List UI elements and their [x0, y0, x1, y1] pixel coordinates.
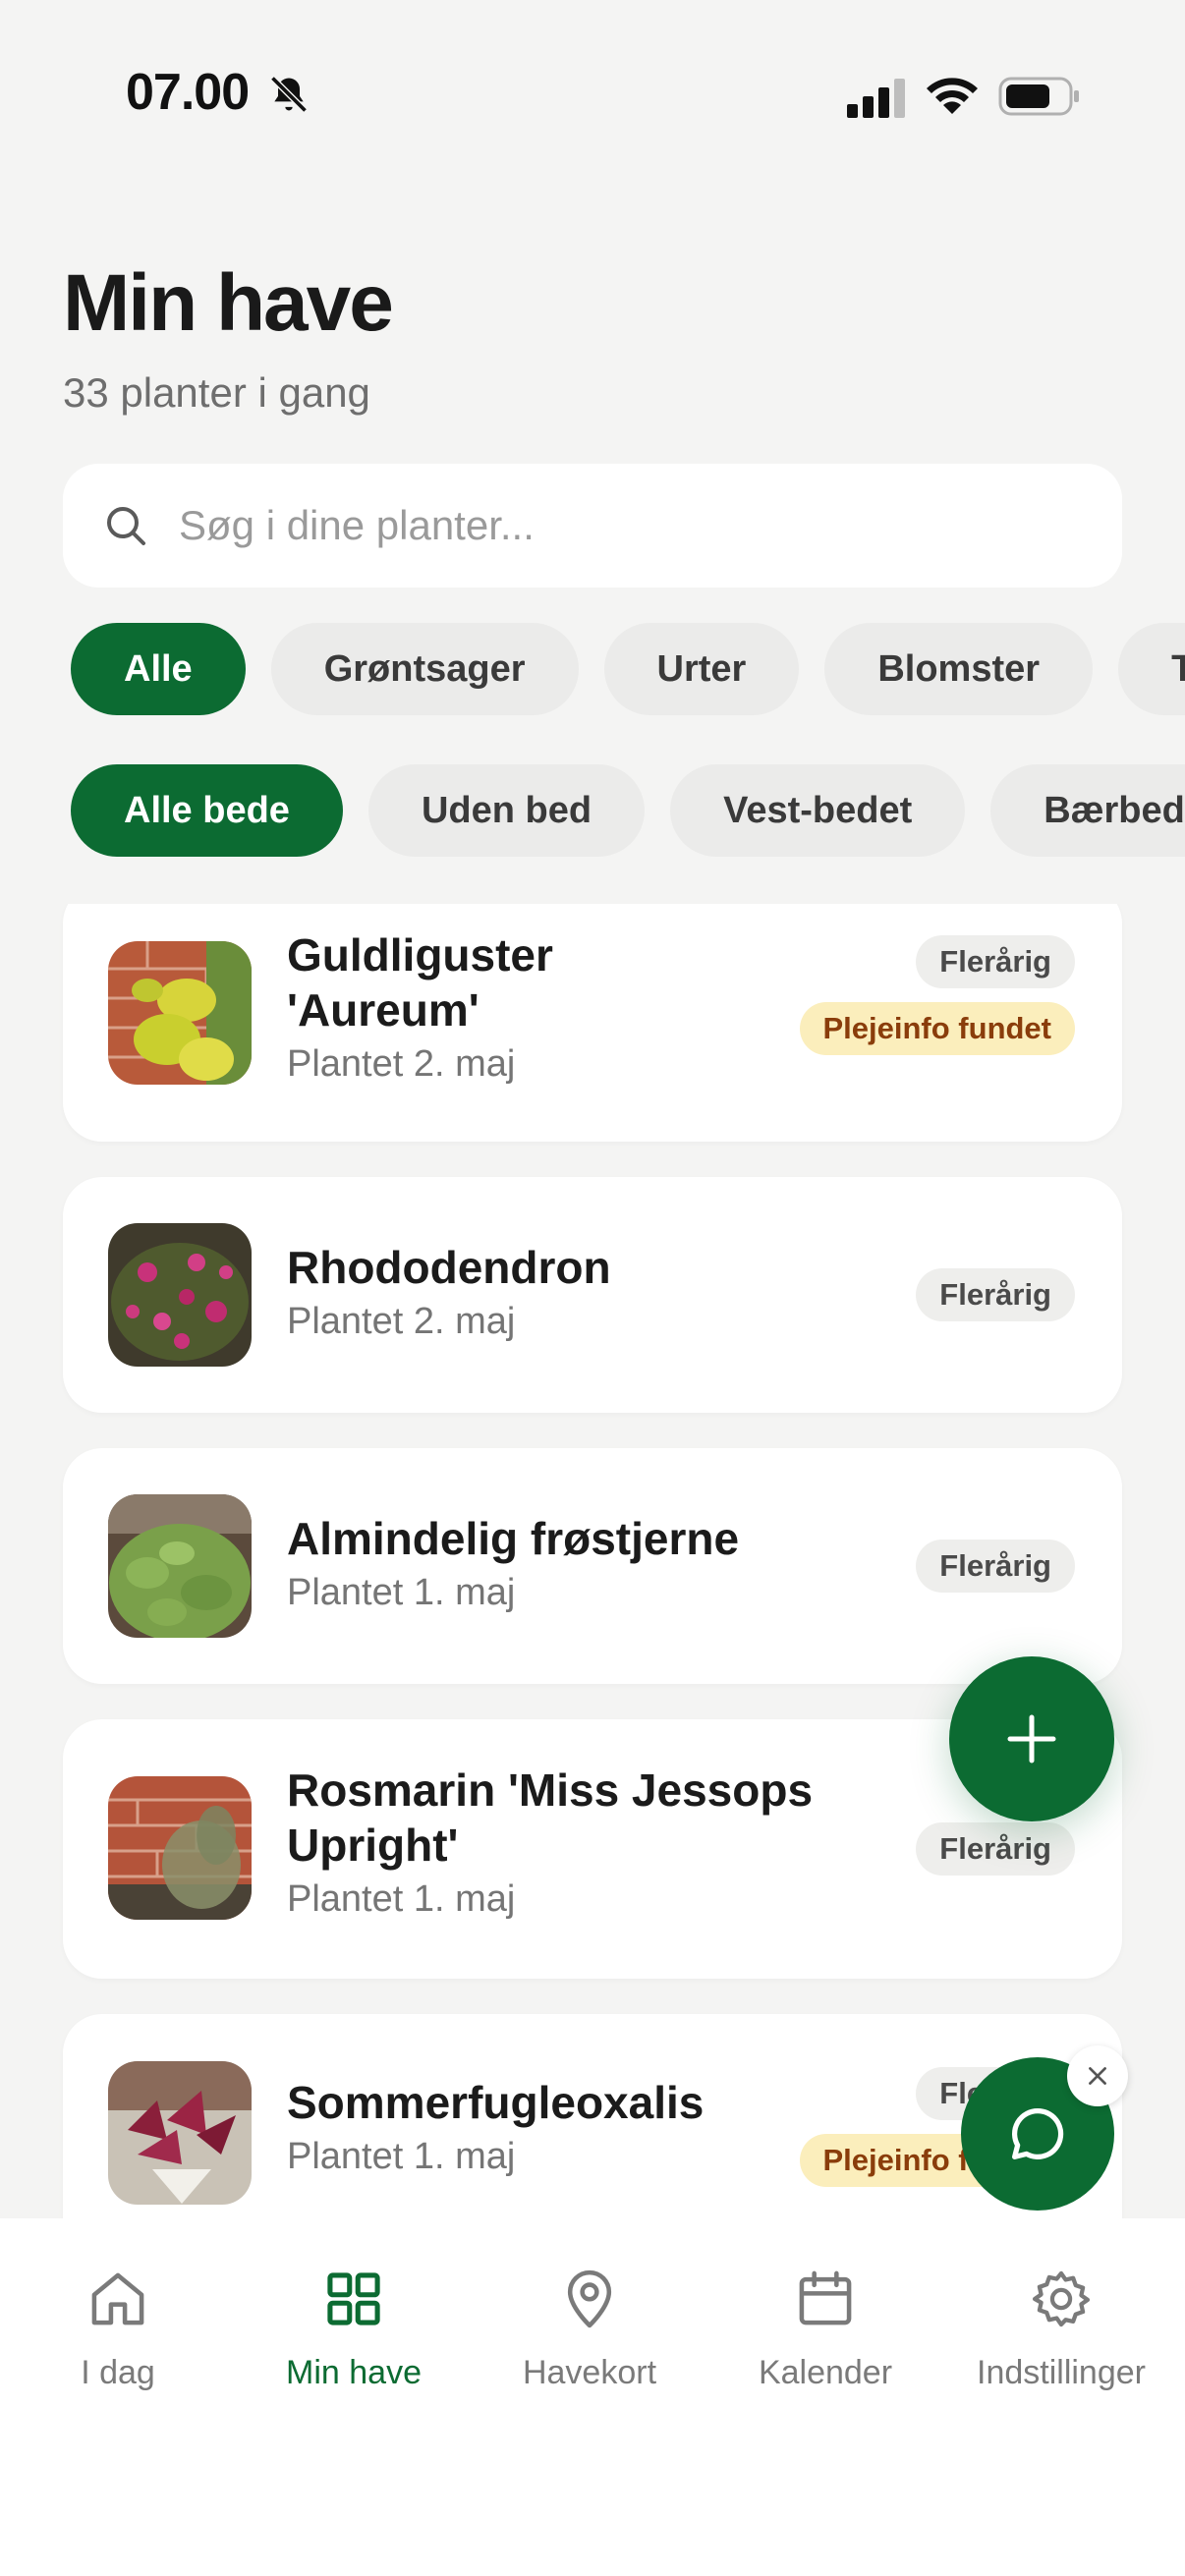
page-header: Min have 33 planter i gang: [63, 257, 394, 417]
plant-card[interactable]: Rhododendron Plantet 2. maj Flerårig: [63, 1177, 1122, 1413]
plant-count-subtitle: 33 planter i gang: [63, 369, 370, 416]
plant-name: Almindelig frøstjerne: [287, 1513, 740, 1564]
plant-photo: [108, 2061, 252, 2205]
filter-chip-traeer[interactable]: Træer: [1118, 623, 1185, 715]
plant-photo: [108, 1223, 252, 1367]
plant-info: Almindelig frøstjerne Plantet 1. maj: [287, 1511, 837, 1614]
plant-photo: [108, 941, 252, 1085]
home-icon: [91, 2272, 144, 2325]
plant-info: Rhododendron Plantet 2. maj: [287, 1240, 837, 1343]
plus-icon: [1007, 1714, 1056, 1764]
plant-name: Sommerfugleoxalis: [287, 2077, 705, 2128]
planted-date: Plantet 2. maj: [287, 1301, 516, 1342]
tab-label: Kalender: [758, 2354, 893, 2391]
status-bar: 07.00: [0, 0, 1185, 196]
plant-photo: [108, 1776, 252, 1920]
map-pin-icon: [567, 2269, 612, 2328]
perennial-badge: Flerårig: [916, 935, 1075, 988]
bed-chip-baerbedet[interactable]: Bærbedet: [990, 764, 1185, 857]
tab-label: Min have: [286, 2354, 422, 2391]
plant-name: Rosmarin 'Miss Jessops Upright': [287, 1763, 837, 1873]
grid-icon: [327, 2272, 380, 2325]
close-icon: [1089, 2067, 1106, 2085]
plant-card[interactable]: Guldliguster 'Aureum' Plantet 2. maj Fle…: [63, 904, 1122, 1142]
search-input[interactable]: [179, 502, 1063, 549]
bell-muted-icon: [270, 76, 308, 113]
planted-date: Plantet 1. maj: [287, 2136, 516, 2177]
perennial-badge: Flerårig: [916, 1822, 1075, 1876]
bed-chip-alle-bede[interactable]: Alle bede: [71, 764, 343, 857]
plant-card[interactable]: Almindelig frøstjerne Plantet 1. maj Fle…: [63, 1448, 1122, 1684]
battery-icon: [998, 77, 1079, 116]
tab-label: I dag: [81, 2354, 155, 2391]
bed-chip-uden-bed[interactable]: Uden bed: [367, 764, 646, 857]
wifi-icon: [927, 78, 978, 114]
tab-min-have[interactable]: Min have: [236, 2266, 472, 2392]
bed-chip-vest-bedet[interactable]: Vest-bedet: [670, 764, 966, 857]
status-time: 07.00: [126, 64, 250, 121]
plant-name: Rhododendron: [287, 1242, 611, 1293]
chat-bubble-icon: [1012, 2108, 1064, 2159]
filter-chip-blomster[interactable]: Blomster: [824, 623, 1094, 715]
tab-label: Indstillinger: [977, 2354, 1146, 2391]
plant-name: Guldliguster 'Aureum': [287, 927, 837, 1037]
page-title: Min have: [63, 258, 394, 348]
category-filter-row: Alle Grøntsager Urter Blomster Træer: [71, 623, 1185, 717]
plant-info: Sommerfugleoxalis Plantet 1. maj: [287, 2075, 837, 2178]
plant-name-line: Upright': [287, 1820, 459, 1871]
perennial-badge: Flerårig: [916, 1540, 1075, 1593]
plant-info: Guldliguster 'Aureum' Plantet 2. maj: [287, 927, 837, 1086]
plant-list[interactable]: Guldliguster 'Aureum' Plantet 2. maj Fle…: [0, 904, 1185, 2218]
filter-chip-urter[interactable]: Urter: [603, 623, 800, 715]
calendar-icon: [799, 2270, 852, 2325]
planted-date: Plantet 1. maj: [287, 1878, 516, 1920]
search-icon: [107, 507, 145, 545]
bed-filter-row: Alle bede Uden bed Vest-bedet Bærbedet: [71, 764, 1185, 859]
gear-icon: [1032, 2270, 1091, 2327]
filter-chip-alle[interactable]: Alle: [71, 623, 246, 715]
tab-indstillinger[interactable]: Indstillinger: [943, 2266, 1179, 2392]
plant-info: Rosmarin 'Miss Jessops Upright' Plantet …: [287, 1763, 837, 1921]
plant-name-line: 'Aureum': [287, 984, 480, 1036]
tab-havekort[interactable]: Havekort: [472, 2266, 707, 2392]
care-info-badge: Plejeinfo fundet: [799, 1002, 1075, 1055]
add-plant-button[interactable]: [949, 1656, 1114, 1821]
planted-date: Plantet 1. maj: [287, 1572, 516, 1613]
plant-name-line: Rosmarin 'Miss Jessops: [287, 1764, 814, 1816]
bottom-tab-bar: I dag Min have Havekort Kalender Indstil…: [0, 2218, 1185, 2576]
filter-chip-groentsager[interactable]: Grøntsager: [270, 623, 579, 715]
close-chat-button[interactable]: [1067, 2045, 1128, 2106]
tab-kalender[interactable]: Kalender: [707, 2266, 943, 2392]
plant-photo: [108, 1494, 252, 1638]
plant-name-line: Guldliguster: [287, 929, 553, 980]
cellular-signal-icon: [847, 79, 905, 118]
perennial-badge: Flerårig: [916, 1268, 1075, 1321]
search-box[interactable]: [63, 464, 1122, 588]
tab-i-dag[interactable]: I dag: [0, 2266, 236, 2392]
tab-label: Havekort: [522, 2354, 657, 2391]
planted-date: Plantet 2. maj: [287, 1043, 516, 1085]
